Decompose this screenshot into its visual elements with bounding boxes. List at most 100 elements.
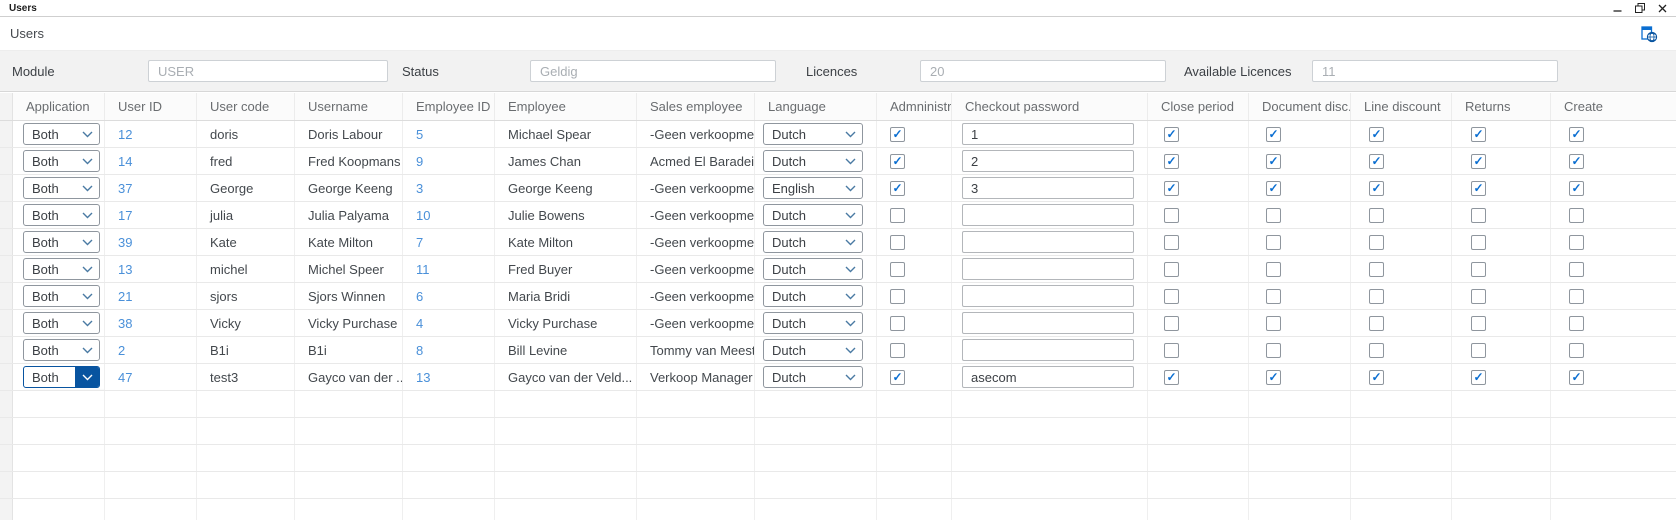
create-checkbox[interactable] (1569, 235, 1584, 250)
line-discount-checkbox[interactable] (1369, 127, 1384, 142)
close-period-checkbox[interactable] (1164, 316, 1179, 331)
cell-user-id[interactable]: 37 (105, 175, 197, 201)
returns-checkbox[interactable] (1471, 181, 1486, 196)
returns-checkbox[interactable] (1471, 208, 1486, 223)
close-period-checkbox[interactable] (1164, 262, 1179, 277)
administrator-checkbox[interactable] (890, 181, 905, 196)
application-select[interactable]: Both (23, 231, 100, 253)
application-select[interactable]: Both (23, 150, 100, 172)
line-discount-checkbox[interactable] (1369, 154, 1384, 169)
column-header-line-discount[interactable]: Line discount (1351, 93, 1452, 120)
close-period-checkbox[interactable] (1164, 235, 1179, 250)
application-select[interactable]: Both (23, 285, 100, 307)
cell-employee-id[interactable]: 13 (403, 364, 495, 390)
document-discount-checkbox[interactable] (1266, 127, 1281, 142)
checkout-password-input[interactable] (962, 312, 1134, 334)
create-checkbox[interactable] (1569, 208, 1584, 223)
document-discount-checkbox[interactable] (1266, 289, 1281, 304)
cell-employee-id[interactable]: 11 (403, 256, 495, 282)
create-checkbox[interactable] (1569, 154, 1584, 169)
cell-employee-id[interactable]: 7 (403, 229, 495, 255)
administrator-checkbox[interactable] (890, 262, 905, 277)
column-header-language[interactable]: Language (755, 93, 877, 120)
language-select[interactable]: Dutch (763, 231, 863, 253)
application-select[interactable]: BothBothPOSShowroom (23, 366, 100, 388)
line-discount-checkbox[interactable] (1369, 262, 1384, 277)
application-select[interactable]: Both (23, 123, 100, 145)
checkout-password-input[interactable] (962, 285, 1134, 307)
row-selector[interactable] (0, 310, 13, 336)
line-discount-checkbox[interactable] (1369, 343, 1384, 358)
document-discount-checkbox[interactable] (1266, 154, 1281, 169)
cell-user-id[interactable]: 21 (105, 283, 197, 309)
language-select[interactable]: English (763, 177, 863, 199)
cell-user-id[interactable]: 13 (105, 256, 197, 282)
create-checkbox[interactable] (1569, 289, 1584, 304)
cell-user-id[interactable]: 14 (105, 148, 197, 174)
filter-input-licences[interactable] (920, 60, 1166, 82)
administrator-checkbox[interactable] (890, 343, 905, 358)
column-header-application[interactable]: Application (13, 93, 105, 120)
application-select[interactable]: Both (23, 258, 100, 280)
cell-employee-id[interactable]: 5 (403, 121, 495, 147)
document-discount-checkbox[interactable] (1266, 370, 1281, 385)
line-discount-checkbox[interactable] (1369, 181, 1384, 196)
returns-checkbox[interactable] (1471, 343, 1486, 358)
application-select[interactable]: Both (23, 177, 100, 199)
returns-checkbox[interactable] (1471, 289, 1486, 304)
column-header-create[interactable]: Create (1551, 93, 1676, 120)
column-header-returns[interactable]: Returns (1452, 93, 1551, 120)
document-discount-checkbox[interactable] (1266, 343, 1281, 358)
administrator-checkbox[interactable] (890, 235, 905, 250)
row-selector[interactable] (0, 283, 13, 309)
create-checkbox[interactable] (1569, 370, 1584, 385)
cell-employee-id[interactable]: 3 (403, 175, 495, 201)
close-icon[interactable] (1658, 4, 1667, 13)
document-discount-checkbox[interactable] (1266, 262, 1281, 277)
application-select[interactable]: Both (23, 339, 100, 361)
cell-user-id[interactable]: 38 (105, 310, 197, 336)
line-discount-checkbox[interactable] (1369, 316, 1384, 331)
returns-checkbox[interactable] (1471, 316, 1486, 331)
column-header-employee-id[interactable]: Employee ID (403, 93, 495, 120)
line-discount-checkbox[interactable] (1369, 370, 1384, 385)
language-select[interactable]: Dutch (763, 312, 863, 334)
cell-employee-id[interactable]: 10 (403, 202, 495, 228)
row-selector[interactable] (0, 148, 13, 174)
cell-employee-id[interactable]: 4 (403, 310, 495, 336)
cell-employee-id[interactable]: 8 (403, 337, 495, 363)
column-header-close-period[interactable]: Close period (1148, 93, 1249, 120)
returns-checkbox[interactable] (1471, 154, 1486, 169)
checkout-password-input[interactable] (962, 231, 1134, 253)
close-period-checkbox[interactable] (1164, 181, 1179, 196)
cell-user-id[interactable]: 47 (105, 364, 197, 390)
checkout-password-input[interactable] (962, 177, 1134, 199)
application-select[interactable]: Both (23, 204, 100, 226)
line-discount-checkbox[interactable] (1369, 208, 1384, 223)
filter-input-status[interactable] (530, 60, 776, 82)
document-discount-checkbox[interactable] (1266, 208, 1281, 223)
administrator-checkbox[interactable] (890, 154, 905, 169)
column-header-user-id[interactable]: User ID (105, 93, 197, 120)
create-checkbox[interactable] (1569, 316, 1584, 331)
language-select[interactable]: Dutch (763, 285, 863, 307)
line-discount-checkbox[interactable] (1369, 289, 1384, 304)
row-selector[interactable] (0, 256, 13, 282)
returns-checkbox[interactable] (1471, 235, 1486, 250)
language-select[interactable]: Dutch (763, 204, 863, 226)
row-selector[interactable] (0, 337, 13, 363)
create-checkbox[interactable] (1569, 343, 1584, 358)
checkout-password-input[interactable] (962, 258, 1134, 280)
create-checkbox[interactable] (1569, 127, 1584, 142)
close-period-checkbox[interactable] (1164, 343, 1179, 358)
cell-employee-id[interactable]: 9 (403, 148, 495, 174)
returns-checkbox[interactable] (1471, 127, 1486, 142)
document-discount-checkbox[interactable] (1266, 235, 1281, 250)
administrator-checkbox[interactable] (890, 289, 905, 304)
line-discount-checkbox[interactable] (1369, 235, 1384, 250)
create-checkbox[interactable] (1569, 262, 1584, 277)
checkout-password-input[interactable] (962, 123, 1134, 145)
language-select[interactable]: Dutch (763, 258, 863, 280)
language-select[interactable]: Dutch (763, 123, 863, 145)
cell-employee-id[interactable]: 6 (403, 283, 495, 309)
